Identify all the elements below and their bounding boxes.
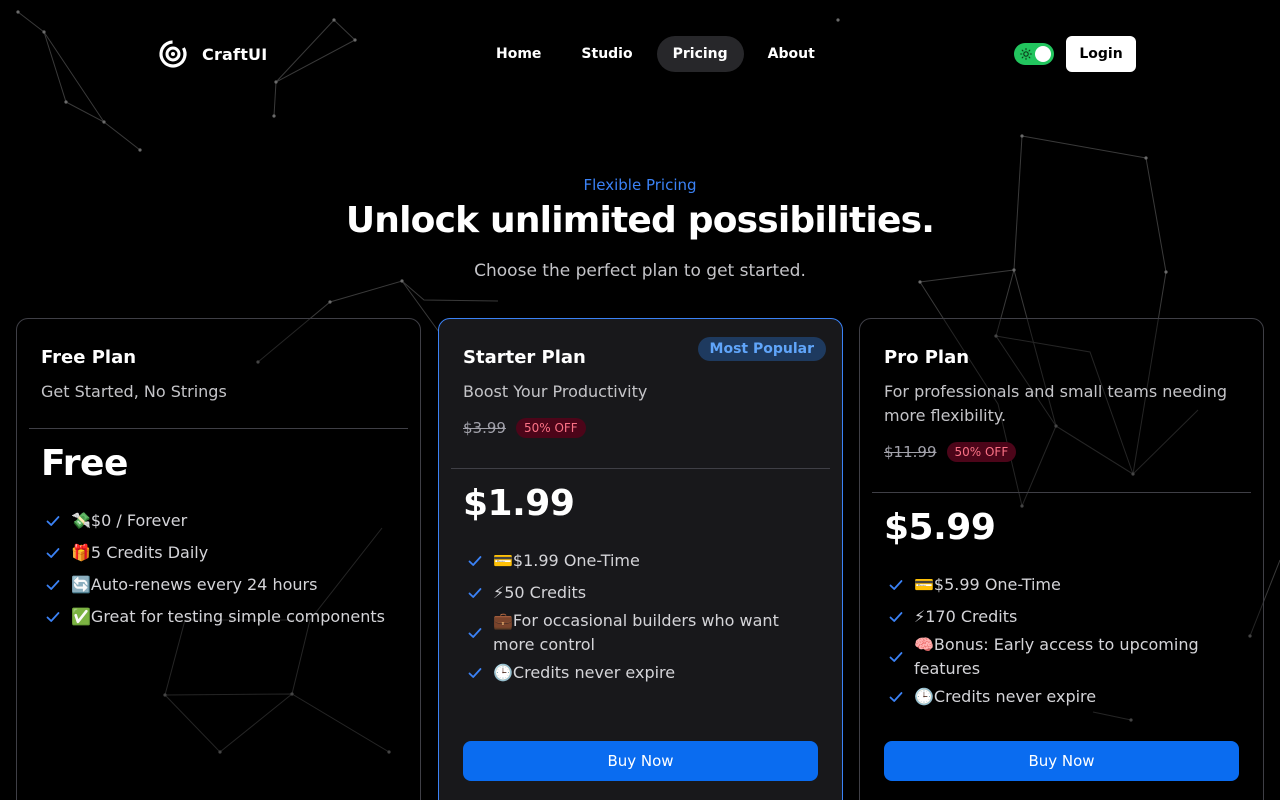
feature-item: 💸$0 / Forever	[45, 505, 396, 537]
card-divider	[872, 492, 1251, 493]
card-divider	[29, 428, 408, 429]
nav-pricing[interactable]: Pricing	[656, 36, 744, 72]
plan-description: For professionals and small teams needin…	[884, 382, 1227, 425]
feature-text: ⚡170 Credits	[914, 607, 1018, 626]
buy-now-button[interactable]: Buy Now	[884, 741, 1239, 781]
feature-item: 💼For occasional builders who want more c…	[467, 609, 818, 657]
feature-item: 💳$1.99 One-Time	[467, 545, 818, 577]
feature-text: 🕒Credits never expire	[493, 663, 676, 682]
check-icon	[46, 548, 60, 558]
hero-subtitle: Choose the perfect plan to get started.	[474, 261, 806, 281]
plan-card-starter: Most Popular Starter Plan Boost Your Pro…	[438, 318, 843, 800]
check-icon	[468, 668, 482, 678]
nav-about[interactable]: About	[752, 36, 831, 72]
plan-price: Free	[41, 443, 128, 484]
plan-card-pro: Pro Plan For professionals and small tea…	[859, 318, 1264, 800]
plan-name: Starter Plan	[463, 347, 586, 368]
check-icon	[889, 692, 903, 702]
original-price-row: $3.99 50% OFF	[463, 418, 818, 438]
craftui-logo-icon	[159, 40, 187, 68]
feature-item: 💳$5.99 One-Time	[888, 569, 1239, 601]
feature-item: 🎁5 Credits Daily	[45, 537, 396, 569]
check-icon	[46, 612, 60, 622]
plan-card-free: Free Plan Get Started, No Strings Free 💸…	[16, 318, 421, 800]
feature-list: 💳$1.99 One-Time ⚡50 Credits 💼For occasio…	[467, 545, 818, 689]
check-icon	[889, 612, 903, 622]
discount-badge: 50% OFF	[946, 442, 1017, 462]
feature-list: 💸$0 / Forever 🎁5 Credits Daily 🔄Auto-ren…	[45, 505, 396, 633]
feature-item: 🔄Auto-renews every 24 hours	[45, 569, 396, 601]
plan-price: $1.99	[463, 483, 575, 524]
feature-item: 🧠Bonus: Early access to upcoming feature…	[888, 633, 1239, 681]
check-icon	[46, 580, 60, 590]
check-icon	[889, 580, 903, 590]
feature-list: 💳$5.99 One-Time ⚡170 Credits 🧠Bonus: Ear…	[888, 569, 1239, 713]
feature-text: ✅Great for testing simple components	[71, 607, 385, 626]
feature-text: 💳$1.99 One-Time	[493, 551, 640, 570]
feature-text: ⚡50 Credits	[493, 583, 587, 602]
brand-name: CraftUI	[202, 44, 268, 64]
check-icon	[468, 628, 482, 638]
feature-text: 🎁5 Credits Daily	[71, 543, 209, 562]
feature-text: 💳$5.99 One-Time	[914, 575, 1061, 594]
original-price: $11.99	[884, 443, 937, 461]
hero-eyebrow: Flexible Pricing	[583, 176, 697, 194]
feature-text: 🕒Credits never expire	[914, 687, 1097, 706]
page-title: Unlock unlimited possibilities.	[345, 200, 935, 241]
sun-icon	[1020, 48, 1032, 60]
feature-item: ⚡50 Credits	[467, 577, 818, 609]
check-icon	[468, 588, 482, 598]
original-price-row: $11.99 50% OFF	[884, 442, 1239, 462]
check-icon	[46, 516, 60, 526]
toggle-knob	[1035, 46, 1051, 62]
plan-description: Boost Your Productivity	[463, 382, 648, 401]
original-price: $3.99	[463, 419, 506, 437]
feature-text: 🧠Bonus: Early access to upcoming feature…	[914, 635, 1199, 678]
feature-item: ⚡170 Credits	[888, 601, 1239, 633]
feature-item: 🕒Credits never expire	[888, 681, 1239, 713]
site-header: CraftUI Home Studio Pricing About Login	[0, 0, 1280, 110]
card-divider	[451, 468, 830, 469]
buy-now-button[interactable]: Buy Now	[463, 741, 818, 781]
theme-toggle[interactable]	[1014, 43, 1054, 65]
plan-name: Pro Plan	[884, 347, 970, 368]
nav-home[interactable]: Home	[480, 36, 557, 72]
plan-description: Get Started, No Strings	[41, 382, 227, 401]
feature-text: 💸$0 / Forever	[71, 511, 188, 530]
feature-item: 🕒Credits never expire	[467, 657, 818, 689]
feature-item: ✅Great for testing simple components	[45, 601, 396, 633]
main-nav: Home Studio Pricing About	[480, 36, 831, 72]
discount-badge: 50% OFF	[515, 418, 586, 438]
pricing-hero: Flexible Pricing Unlock unlimited possib…	[0, 176, 1280, 281]
brand-logo[interactable]: CraftUI	[158, 38, 267, 70]
login-button[interactable]: Login	[1066, 36, 1136, 72]
nav-studio[interactable]: Studio	[565, 36, 648, 72]
check-icon	[889, 652, 903, 662]
plan-name: Free Plan	[41, 347, 137, 368]
plan-price: $5.99	[884, 507, 996, 548]
feature-text: 💼For occasional builders who want more c…	[493, 611, 779, 654]
check-icon	[468, 556, 482, 566]
feature-text: 🔄Auto-renews every 24 hours	[71, 575, 318, 594]
